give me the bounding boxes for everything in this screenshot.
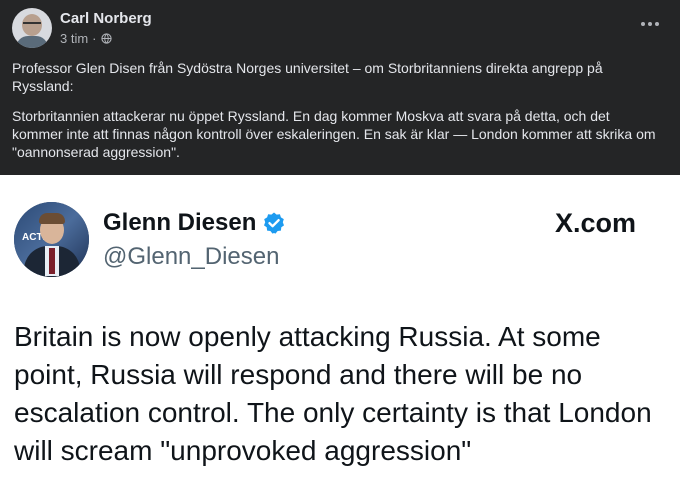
tweet-author: Glenn Diesen: [103, 209, 286, 237]
tweet-text: Britain is now openly attacking Russia. …: [14, 321, 652, 466]
tweet-screenshot: ACTI Glenn Diesen @Glenn_Diesen X.com Br…: [0, 175, 680, 495]
post-paragraph-2: Storbritannien attackerar nu öppet Ryssl…: [12, 108, 656, 160]
post-time[interactable]: 3 tim: [60, 31, 88, 46]
post-paragraph-1: Professor Glen Disen från Sydöstra Norge…: [12, 60, 603, 94]
globe-icon: [100, 33, 112, 44]
tweet-avatar: ACTI: [14, 202, 89, 277]
verified-badge-icon: [264, 212, 285, 234]
tweet-handle: @Glenn_Diesen: [103, 243, 280, 270]
post-meta: 3 tim ·: [60, 31, 112, 46]
x-logo: X.com: [555, 208, 637, 238]
more-options-icon[interactable]: [636, 14, 664, 34]
meta-separator: ·: [92, 31, 97, 46]
author-name[interactable]: Carl Norberg: [60, 10, 152, 27]
facebook-post: Carl Norberg 3 tim · Professor Glen Dise…: [0, 0, 680, 175]
tweet-author-name: Glenn Diesen: [103, 209, 257, 236]
author-avatar[interactable]: [12, 8, 52, 48]
post-text: Professor Glen Disen från Sydöstra Norge…: [12, 59, 662, 173]
